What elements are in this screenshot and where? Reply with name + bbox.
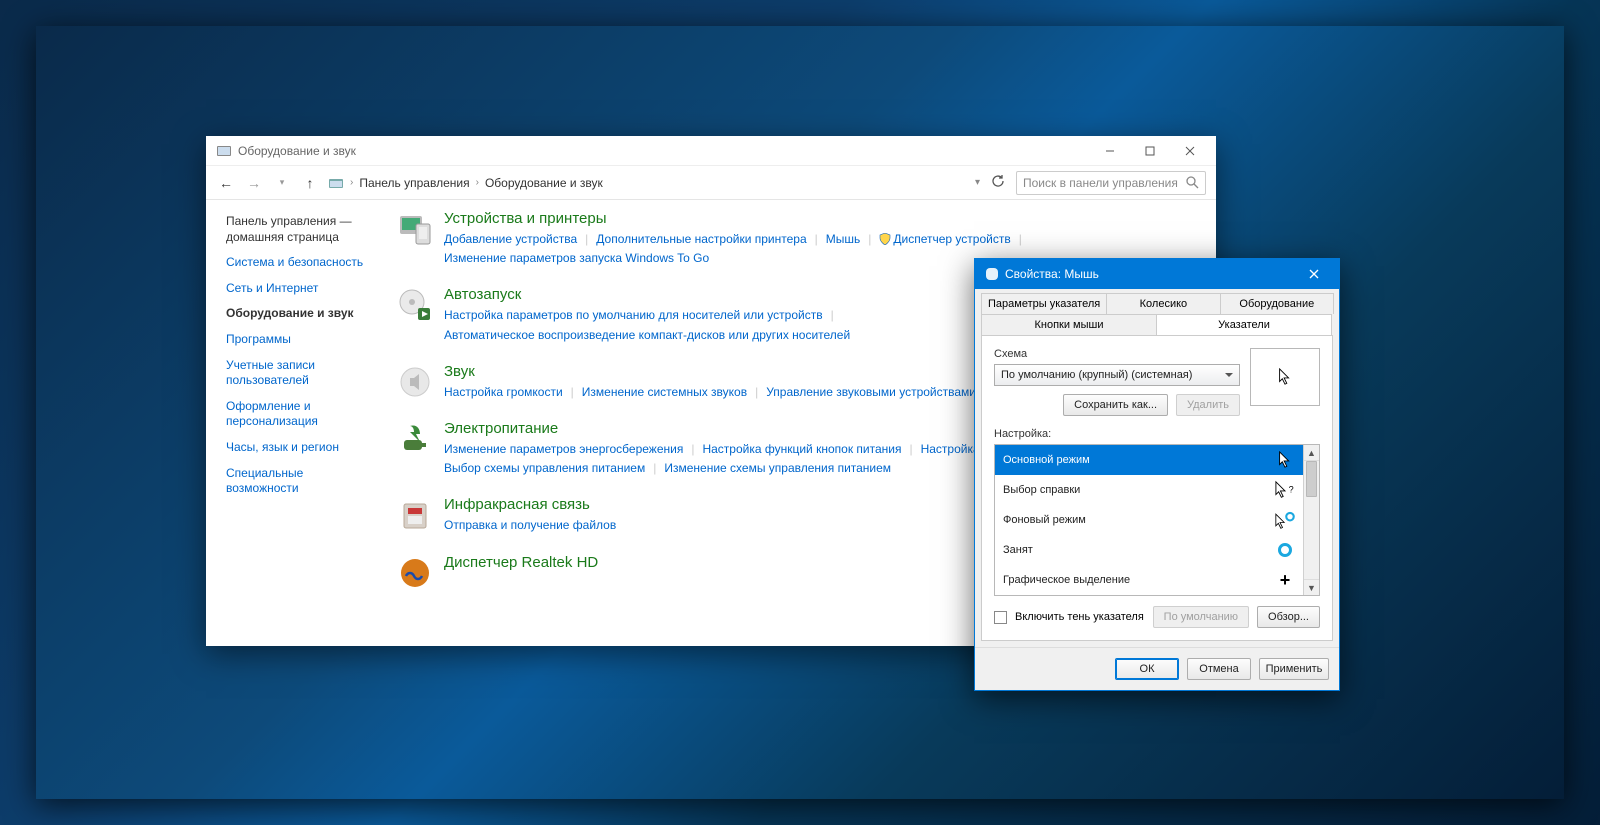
infrared-icon xyxy=(396,496,434,534)
cp-titlebar-icon xyxy=(216,143,232,159)
cursor-item-background[interactable]: Фоновый режим xyxy=(995,505,1303,535)
scroll-up-icon[interactable]: ▲ xyxy=(1304,445,1319,461)
link-power-plan-edit[interactable]: Изменение схемы управления питанием xyxy=(664,459,891,478)
link-power-save[interactable]: Изменение параметров энергосбережения xyxy=(444,440,683,459)
search-icon xyxy=(1186,176,1199,192)
cursor-item-normal[interactable]: Основной режим xyxy=(995,445,1303,475)
cp-minimize-button[interactable] xyxy=(1090,137,1130,165)
cp-maximize-button[interactable] xyxy=(1130,137,1170,165)
cursor-item-busy[interactable]: Занят xyxy=(995,535,1303,565)
shadow-label[interactable]: Включить тень указателя xyxy=(1015,611,1144,623)
power-icon xyxy=(396,420,434,458)
delete-button: Удалить xyxy=(1176,394,1240,416)
sidebar-item-programs[interactable]: Программы xyxy=(226,332,376,348)
cursor-working-icon xyxy=(1275,510,1295,530)
cursor-busy-icon xyxy=(1275,540,1295,560)
search-input[interactable]: Поиск в панели управления xyxy=(1016,171,1206,195)
link-audio-devices[interactable]: Управление звуковыми устройствами xyxy=(766,383,976,402)
cursor-item-precision[interactable]: Графическое выделение + xyxy=(995,565,1303,595)
ok-button[interactable]: ОК xyxy=(1115,658,1179,680)
sidebar-item-accounts[interactable]: Учетные записи пользователей xyxy=(226,358,376,389)
cursor-precision-icon: + xyxy=(1275,570,1295,590)
mp-tabs: Параметры указателя Колесико Оборудовани… xyxy=(975,289,1339,335)
desktop-frame: Оборудование и звук ← → ▾ ↑ › Панель упр… xyxy=(36,26,1564,799)
save-as-button[interactable]: Сохранить как... xyxy=(1063,394,1168,416)
breadcrumb-item-1[interactable]: Панель управления xyxy=(359,176,469,190)
mp-close-button[interactable] xyxy=(1293,259,1335,289)
sidebar-item-appearance[interactable]: Оформление и персонализация xyxy=(226,399,376,430)
mp-window-title: Свойства: Мышь xyxy=(1005,267,1293,281)
link-add-device[interactable]: Добавление устройства xyxy=(444,230,577,249)
breadcrumb-icon xyxy=(328,175,344,191)
scheme-select[interactable]: По умолчанию (крупный) (системная) xyxy=(994,364,1240,386)
breadcrumb[interactable]: › Панель управления › Оборудование и зву… xyxy=(328,175,980,191)
mp-footer: ОК Отмена Применить xyxy=(975,647,1339,690)
cp-window-title: Оборудование и звук xyxy=(238,144,1090,158)
link-power-plan-choose[interactable]: Выбор схемы управления питанием xyxy=(444,459,645,478)
shadow-checkbox[interactable] xyxy=(994,611,1007,624)
scheme-label: Схема xyxy=(994,348,1240,360)
sidebar-home[interactable]: Панель управления — домашняя страница xyxy=(226,214,376,245)
autoplay-icon xyxy=(396,286,434,324)
link-autoplay-defaults[interactable]: Настройка параметров по умолчанию для но… xyxy=(444,306,823,325)
link-volume[interactable]: Настройка громкости xyxy=(444,383,563,402)
nav-back-icon[interactable]: ← xyxy=(216,175,236,191)
cp-sidebar: Панель управления — домашняя страница Си… xyxy=(206,200,386,646)
sidebar-item-network[interactable]: Сеть и Интернет xyxy=(226,281,376,297)
devices-title[interactable]: Устройства и принтеры xyxy=(444,210,1196,227)
link-autoplay-cd[interactable]: Автоматическое воспроизведение компакт-д… xyxy=(444,326,850,345)
cursor-arrow-icon xyxy=(1278,368,1292,386)
link-mouse[interactable]: Мышь xyxy=(826,230,861,249)
search-placeholder: Поиск в панели управления xyxy=(1023,176,1178,190)
devices-icon xyxy=(396,210,434,248)
breadcrumb-item-2[interactable]: Оборудование и звук xyxy=(485,176,603,190)
sidebar-item-hardware[interactable]: Оборудование и звук xyxy=(226,306,376,322)
tab-buttons[interactable]: Кнопки мыши xyxy=(981,314,1157,335)
sidebar-item-system[interactable]: Система и безопасность xyxy=(226,255,376,271)
link-system-sounds[interactable]: Изменение системных звуков xyxy=(582,383,747,402)
cursor-preview xyxy=(1250,348,1320,406)
mouse-properties-dialog: Свойства: Мышь Параметры указателя Колес… xyxy=(974,258,1340,691)
cp-titlebar: Оборудование и звук xyxy=(206,136,1216,166)
tab-pointers[interactable]: Указатели xyxy=(1156,314,1332,335)
nav-history-dropdown-icon[interactable]: ▾ xyxy=(272,177,292,188)
mp-titlebar: Свойства: Мышь xyxy=(975,259,1339,289)
cancel-button[interactable]: Отмена xyxy=(1187,658,1251,680)
link-printer-settings[interactable]: Дополнительные настройки принтера xyxy=(596,230,806,249)
refresh-icon[interactable] xyxy=(988,174,1008,191)
nav-forward-icon[interactable]: → xyxy=(244,175,264,191)
link-power-buttons[interactable]: Настройка функций кнопок питания xyxy=(702,440,901,459)
svg-text:?: ? xyxy=(1289,485,1294,495)
link-windows-togo[interactable]: Изменение параметров запуска Windows To … xyxy=(444,249,709,268)
apply-button[interactable]: Применить xyxy=(1259,658,1329,680)
cursor-help-icon: ? xyxy=(1275,480,1295,500)
tab-pointer-options[interactable]: Параметры указателя xyxy=(981,293,1107,314)
cp-address-bar: ← → ▾ ↑ › Панель управления › Оборудован… xyxy=(206,166,1216,200)
realtek-icon xyxy=(396,554,434,592)
link-infrared-files[interactable]: Отправка и получение файлов xyxy=(444,516,616,535)
scheme-value: По умолчанию (крупный) (системная) xyxy=(1001,369,1192,381)
cursor-arrow-icon xyxy=(1275,450,1295,470)
shield-icon xyxy=(879,232,891,244)
mp-tab-panel-pointers: Схема По умолчанию (крупный) (системная)… xyxy=(981,335,1333,641)
nav-up-icon[interactable]: ↑ xyxy=(300,175,320,191)
tab-hardware[interactable]: Оборудование xyxy=(1220,293,1334,314)
sidebar-item-clock[interactable]: Часы, язык и регион xyxy=(226,440,376,456)
browse-button[interactable]: Обзор... xyxy=(1257,606,1320,628)
breadcrumb-dropdown-icon[interactable]: ▾ xyxy=(975,177,980,188)
scroll-down-icon[interactable]: ▼ xyxy=(1304,579,1319,595)
cursor-list: Основной режим Выбор справки ? Фоновый р… xyxy=(994,444,1320,596)
default-button: По умолчанию xyxy=(1153,606,1249,628)
mouse-titlebar-icon xyxy=(985,267,999,281)
cp-close-button[interactable] xyxy=(1170,137,1210,165)
sidebar-item-accessibility[interactable]: Специальные возможности xyxy=(226,466,376,497)
scroll-thumb[interactable] xyxy=(1306,461,1317,497)
customize-label: Настройка: xyxy=(994,428,1320,440)
cursor-item-help[interactable]: Выбор справки ? xyxy=(995,475,1303,505)
link-device-manager[interactable]: Диспетчер устройств xyxy=(893,232,1010,246)
sound-icon xyxy=(396,363,434,401)
tab-wheel[interactable]: Колесико xyxy=(1106,293,1220,314)
scrollbar[interactable]: ▲ ▼ xyxy=(1303,445,1319,595)
